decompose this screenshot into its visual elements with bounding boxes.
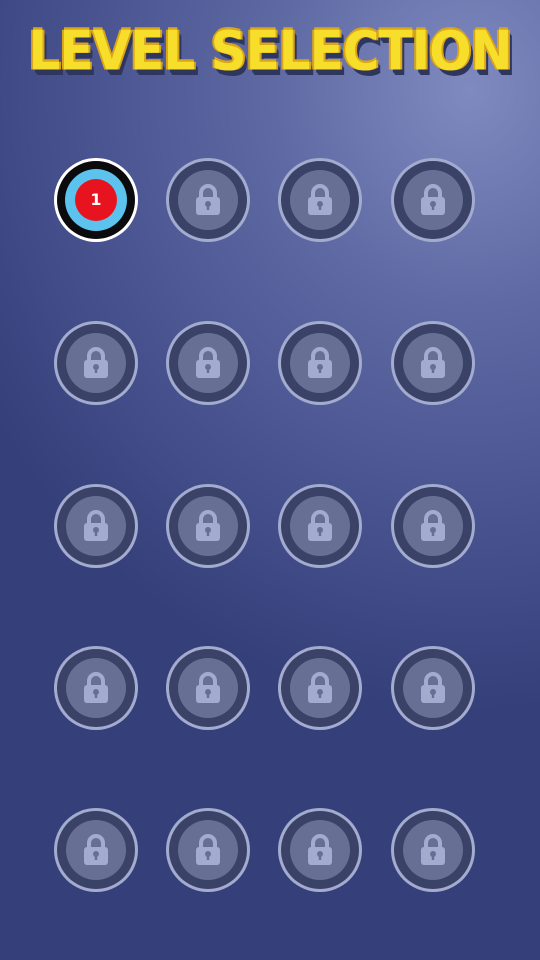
level-ring bbox=[169, 811, 247, 889]
level-ring bbox=[169, 487, 247, 565]
target-center: 1 bbox=[75, 179, 117, 221]
level-ring bbox=[394, 324, 472, 402]
level-button-locked[interactable] bbox=[391, 321, 475, 405]
level-ring bbox=[169, 649, 247, 727]
lock-icon bbox=[81, 346, 111, 380]
level-core bbox=[66, 496, 126, 556]
lock-icon bbox=[305, 833, 335, 867]
level-core bbox=[178, 658, 238, 718]
level-button-locked[interactable] bbox=[54, 808, 138, 892]
target-blue-ring: 1 bbox=[65, 169, 127, 231]
level-core bbox=[403, 333, 463, 393]
lock-icon bbox=[193, 833, 223, 867]
level-ring bbox=[57, 324, 135, 402]
level-core bbox=[290, 496, 350, 556]
level-ring bbox=[394, 649, 472, 727]
level-core bbox=[403, 658, 463, 718]
lock-icon bbox=[418, 183, 448, 217]
lock-icon bbox=[193, 183, 223, 217]
level-core bbox=[178, 820, 238, 880]
lock-icon bbox=[193, 671, 223, 705]
level-button-locked[interactable] bbox=[166, 808, 250, 892]
lock-icon bbox=[81, 833, 111, 867]
lock-icon bbox=[81, 671, 111, 705]
level-core bbox=[403, 820, 463, 880]
level-button-locked[interactable] bbox=[391, 646, 475, 730]
level-button-locked[interactable] bbox=[391, 484, 475, 568]
level-core bbox=[290, 170, 350, 230]
level-core bbox=[290, 333, 350, 393]
level-button-locked[interactable] bbox=[166, 321, 250, 405]
level-core bbox=[178, 333, 238, 393]
level-ring bbox=[169, 324, 247, 402]
lock-icon bbox=[81, 509, 111, 543]
level-ring bbox=[281, 649, 359, 727]
level-core bbox=[290, 820, 350, 880]
level-button-locked[interactable] bbox=[166, 484, 250, 568]
level-ring bbox=[281, 811, 359, 889]
level-ring bbox=[57, 487, 135, 565]
lock-icon bbox=[418, 346, 448, 380]
level-core bbox=[66, 333, 126, 393]
level-core bbox=[178, 496, 238, 556]
level-ring bbox=[394, 811, 472, 889]
level-button-locked[interactable] bbox=[278, 808, 362, 892]
level-ring bbox=[281, 487, 359, 565]
level-button-locked[interactable] bbox=[278, 321, 362, 405]
lock-icon bbox=[305, 671, 335, 705]
lock-icon bbox=[305, 183, 335, 217]
level-ring bbox=[394, 487, 472, 565]
lock-icon bbox=[418, 671, 448, 705]
level-ring bbox=[394, 161, 472, 239]
level-core bbox=[178, 170, 238, 230]
lock-icon bbox=[193, 509, 223, 543]
level-button-locked[interactable] bbox=[54, 484, 138, 568]
lock-icon bbox=[305, 346, 335, 380]
level-button-locked[interactable] bbox=[278, 484, 362, 568]
target-icon: 1 bbox=[57, 161, 135, 239]
level-core bbox=[66, 658, 126, 718]
level-ring bbox=[281, 161, 359, 239]
level-button-locked[interactable] bbox=[166, 646, 250, 730]
level-core bbox=[290, 658, 350, 718]
level-button-current[interactable]: 1 bbox=[54, 158, 138, 242]
level-core bbox=[403, 170, 463, 230]
level-core bbox=[403, 496, 463, 556]
level-button-locked[interactable] bbox=[278, 646, 362, 730]
level-button-locked[interactable] bbox=[391, 808, 475, 892]
level-button-locked[interactable] bbox=[166, 158, 250, 242]
lock-icon bbox=[418, 833, 448, 867]
level-button-locked[interactable] bbox=[54, 646, 138, 730]
level-ring bbox=[57, 811, 135, 889]
lock-icon bbox=[305, 509, 335, 543]
lock-icon bbox=[193, 346, 223, 380]
level-ring bbox=[57, 649, 135, 727]
lock-icon bbox=[418, 509, 448, 543]
level-core bbox=[66, 820, 126, 880]
level-button-locked[interactable] bbox=[278, 158, 362, 242]
page-title: LEVEL SELECTION bbox=[28, 19, 512, 83]
level-number: 1 bbox=[90, 190, 102, 209]
level-button-locked[interactable] bbox=[54, 321, 138, 405]
level-ring bbox=[169, 161, 247, 239]
level-button-locked[interactable] bbox=[391, 158, 475, 242]
level-ring bbox=[281, 324, 359, 402]
